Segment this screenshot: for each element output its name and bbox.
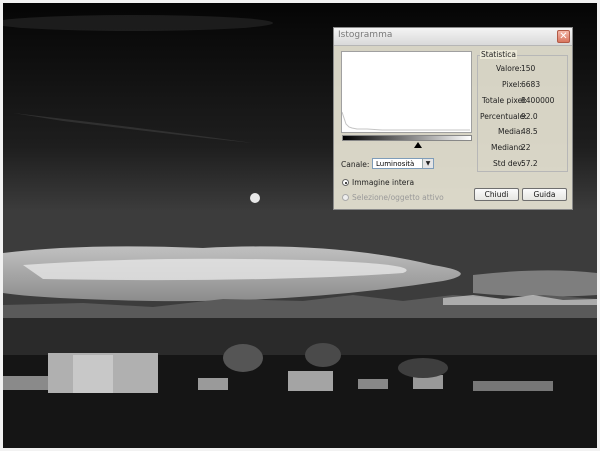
stat-value-label: Valore: bbox=[496, 64, 522, 73]
stats-title: Statistica bbox=[480, 50, 517, 59]
level-gradient-bar bbox=[342, 135, 472, 141]
close-icon[interactable]: ✕ bbox=[557, 30, 570, 43]
stat-mean: 48.5 bbox=[521, 127, 538, 136]
moon bbox=[250, 193, 260, 203]
stat-percent-label: Percentuale: bbox=[480, 112, 527, 121]
stat-total: 8400000 bbox=[521, 96, 555, 105]
radio-selection-label: Selezione/oggetto attivo bbox=[352, 193, 444, 202]
stat-pixel: 6683 bbox=[521, 80, 541, 89]
stat-stddev: 57.2 bbox=[521, 159, 538, 168]
dialog-title: Istogramma bbox=[338, 30, 393, 40]
histogram-dialog: Istogramma ✕ Canale: Luminosità ▼ Immagi… bbox=[333, 27, 573, 210]
dialog-titlebar[interactable]: Istogramma ✕ bbox=[334, 28, 572, 46]
channel-select[interactable]: Luminosità ▼ bbox=[372, 158, 434, 169]
stat-stddev-label: Std dev: bbox=[493, 159, 524, 168]
radio-selection bbox=[342, 194, 349, 201]
chevron-down-icon[interactable]: ▼ bbox=[422, 159, 433, 168]
close-button[interactable]: Chiudi bbox=[474, 188, 519, 201]
stat-mean-label: Media: bbox=[498, 127, 524, 136]
stat-percent: 92.0 bbox=[521, 112, 538, 121]
histogram-curve bbox=[341, 111, 470, 131]
radio-whole-image[interactable] bbox=[342, 179, 349, 186]
stat-pixel-label: Pixel: bbox=[502, 80, 522, 89]
triangle-up-icon[interactable] bbox=[414, 142, 423, 148]
stat-median: 22 bbox=[521, 143, 531, 152]
channel-value: Luminosità bbox=[376, 160, 415, 168]
help-button[interactable]: Guida bbox=[522, 188, 567, 201]
channel-label: Canale: bbox=[341, 160, 370, 169]
stat-value: 150 bbox=[521, 64, 536, 73]
histogram-plot bbox=[341, 51, 472, 133]
radio-whole-image-label: Immagine intera bbox=[352, 178, 415, 187]
